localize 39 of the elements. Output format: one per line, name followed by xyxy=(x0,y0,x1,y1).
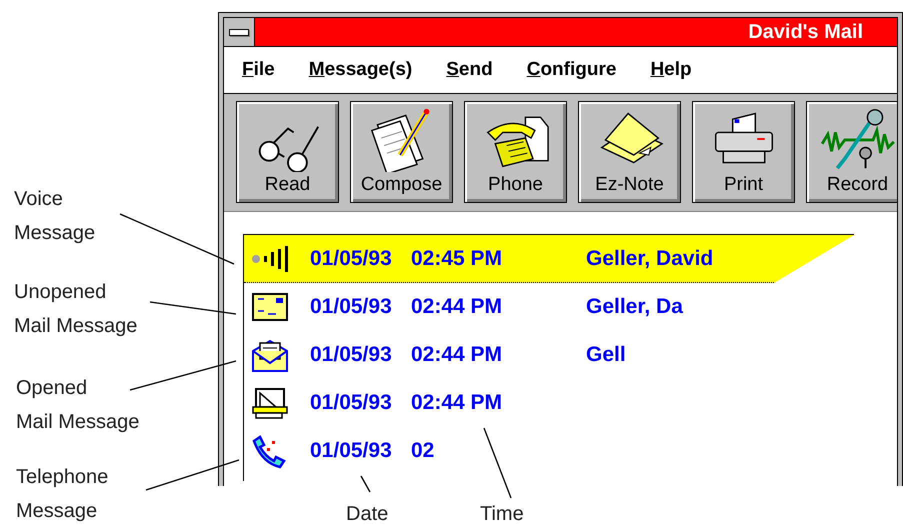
message-row[interactable]: 01/05/93 02:45 PM Geller, David xyxy=(244,235,854,283)
message-time: 02:45 PM xyxy=(411,246,504,270)
callout-label: Unopened Mail Message xyxy=(14,280,138,339)
message-row[interactable]: 01/05/93 02 xyxy=(244,427,854,475)
toolbar-button[interactable]: Print xyxy=(692,101,795,203)
callout-label: Telephone Message xyxy=(16,465,108,524)
message-row[interactable]: 01/05/93 02:44 PM xyxy=(244,379,854,427)
message-row[interactable]: 01/05/93 02:44 PM Geller, Da xyxy=(244,283,854,331)
menu-item[interactable]: Configure xyxy=(526,59,616,81)
message-date: 01/05/93 xyxy=(310,246,393,270)
fax-machine-icon xyxy=(250,385,290,421)
sender-name: Geller, Da xyxy=(586,295,683,319)
message-time: 02:44 PM xyxy=(411,295,504,319)
toolbar-button[interactable]: Ez-Note xyxy=(578,101,681,203)
toolbar-button[interactable]: Compose xyxy=(350,101,453,203)
menu-item[interactable]: Help xyxy=(650,59,692,81)
window-title: David's Mail xyxy=(747,20,864,45)
menu-item[interactable]: Send xyxy=(446,59,493,81)
callout-label: Date xyxy=(346,502,388,527)
message-row[interactable]: 01/05/93 02:44 PM Gell xyxy=(244,331,854,379)
menu-item[interactable]: File xyxy=(242,59,275,81)
message-date: 01/05/93 xyxy=(310,439,393,463)
sender-name: Geller, David xyxy=(586,246,714,270)
callout-label: Voice Message xyxy=(14,187,96,246)
message-date: 01/05/93 xyxy=(310,295,393,319)
callout-label: Opened Mail Message xyxy=(16,376,140,435)
message-date: 01/05/93 xyxy=(310,391,393,415)
open-envelope-icon xyxy=(250,337,290,373)
message-time: 02:44 PM xyxy=(411,391,504,415)
toolbar-button[interactable]: Record xyxy=(806,101,897,203)
message-date: 01/05/93 xyxy=(310,343,393,367)
toolbar-button[interactable]: Read xyxy=(236,101,339,203)
message-time: 02 xyxy=(411,439,436,463)
system-menu-button[interactable] xyxy=(224,18,255,46)
sender-name: Gell xyxy=(586,343,626,367)
callout-label: Time xyxy=(480,502,524,527)
toolbar-button[interactable]: Phone xyxy=(464,101,567,203)
message-time: 02:44 PM xyxy=(411,343,504,367)
menu-item[interactable]: Message(s) xyxy=(308,59,412,81)
